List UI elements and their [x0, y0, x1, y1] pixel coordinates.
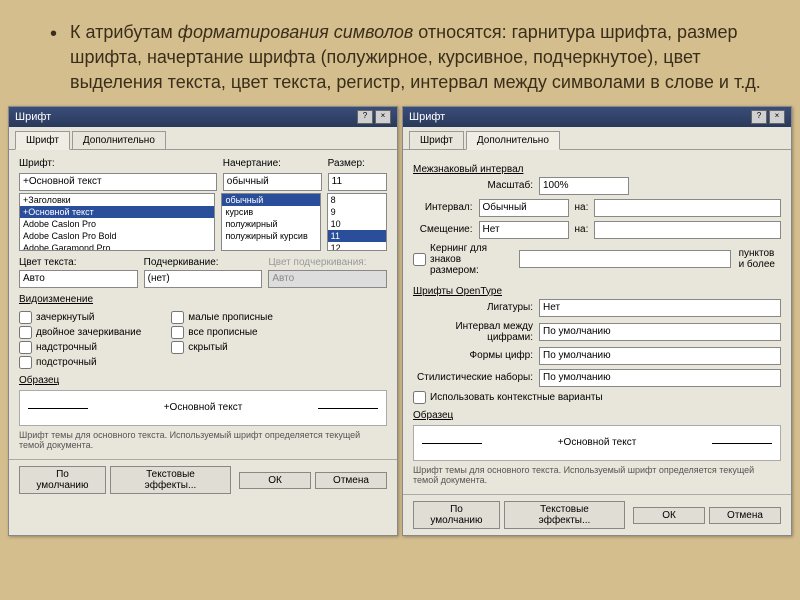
close-icon[interactable]: ×	[375, 110, 391, 124]
color-select[interactable]: Авто	[19, 270, 138, 288]
check-strikethrough[interactable]: зачеркнутый	[19, 311, 141, 324]
list-item[interactable]: +Основной текст	[20, 206, 214, 218]
style-input[interactable]	[223, 173, 322, 191]
size-input[interactable]	[328, 173, 387, 191]
list-item[interactable]: 9	[328, 206, 386, 218]
size-listbox[interactable]: 8 9 10 11 12	[327, 193, 387, 251]
bullet-italic: форматирования символов	[178, 22, 414, 42]
help-icon[interactable]: ?	[751, 110, 767, 124]
kerning-size-input[interactable]	[519, 250, 731, 268]
ok-button[interactable]: ОК	[239, 472, 311, 489]
preview-label: Образец	[19, 375, 387, 386]
numspacing-label: Интервал между цифрами:	[413, 321, 533, 343]
preview-box: +Основной текст	[19, 390, 387, 426]
tab-advanced[interactable]: Дополнительно	[72, 131, 166, 149]
check-smallcaps[interactable]: малые прописные	[171, 311, 273, 324]
dialog-title: Шрифт	[409, 111, 445, 123]
bullet-prefix: К атрибутам	[70, 22, 178, 42]
stylistic-label: Стилистические наборы:	[413, 372, 533, 383]
preview-label: Образец	[413, 410, 781, 421]
cancel-button[interactable]: Отмена	[315, 472, 387, 489]
list-item[interactable]: Adobe Caslon Pro	[20, 218, 214, 230]
numspacing-select[interactable]: По умолчанию	[539, 323, 781, 341]
list-item[interactable]: полужирный	[222, 218, 319, 230]
stylistic-select[interactable]: По умолчанию	[539, 369, 781, 387]
font-listbox[interactable]: +Заголовки +Основной текст Adobe Caslon …	[19, 193, 215, 251]
list-item[interactable]: 11	[328, 230, 386, 242]
font-input[interactable]	[19, 173, 217, 191]
titlebar: Шрифт ? ×	[9, 107, 397, 127]
ulcolor-select: Авто	[268, 270, 387, 288]
list-item[interactable]: 10	[328, 218, 386, 230]
contextual-check[interactable]: Использовать контекстные варианты	[413, 391, 781, 404]
check-superscript[interactable]: надстрочный	[19, 341, 141, 354]
numforms-select[interactable]: По умолчанию	[539, 347, 781, 365]
underline-label: Подчеркивание:	[144, 257, 263, 268]
font-label: Шрифт:	[19, 158, 217, 169]
slide-bullet: К атрибутам форматирования символов отно…	[50, 20, 770, 96]
list-item[interactable]: курсив	[222, 206, 319, 218]
check-double-strike[interactable]: двойное зачеркивание	[19, 326, 141, 339]
tab-font[interactable]: Шрифт	[409, 131, 464, 149]
list-item[interactable]: 12	[328, 242, 386, 251]
spacing-by-label: на:	[575, 202, 589, 213]
titlebar: Шрифт ? ×	[403, 107, 791, 127]
ligatures-label: Лигатуры:	[413, 302, 533, 313]
help-icon[interactable]: ?	[357, 110, 373, 124]
underline-select[interactable]: (нет)	[144, 270, 263, 288]
close-icon[interactable]: ×	[769, 110, 785, 124]
position-select[interactable]: Нет	[479, 221, 569, 239]
list-item[interactable]: +Заголовки	[20, 194, 214, 206]
list-item[interactable]: обычный	[222, 194, 319, 206]
preview-box: +Основной текст	[413, 425, 781, 461]
spacing-label: Интервал:	[413, 202, 473, 213]
tab-font[interactable]: Шрифт	[15, 131, 70, 150]
style-listbox[interactable]: обычный курсив полужирный полужирный кур…	[221, 193, 320, 251]
position-by-input[interactable]	[594, 221, 781, 239]
effects-section: Видоизменение	[19, 294, 387, 305]
list-item[interactable]: Adobe Garamond Pro	[20, 242, 214, 251]
spacing-select[interactable]: Обычный	[479, 199, 569, 217]
position-by-label: на:	[575, 224, 589, 235]
scale-label: Масштаб:	[413, 180, 533, 191]
spacing-by-input[interactable]	[594, 199, 781, 217]
position-label: Смещение:	[413, 224, 473, 235]
spacing-section: Межзнаковый интервал	[413, 164, 781, 175]
size-label: Размер:	[328, 158, 387, 169]
check-hidden[interactable]: скрытый	[171, 341, 273, 354]
list-item[interactable]: полужирный курсив	[222, 230, 319, 242]
hint-text: Шрифт темы для основного текста. Использ…	[19, 430, 387, 452]
effects-button[interactable]: Текстовые эффекты...	[110, 466, 231, 494]
check-allcaps[interactable]: все прописные	[171, 326, 273, 339]
style-label: Начертание:	[223, 158, 322, 169]
ulcolor-label: Цвет подчеркивания:	[268, 257, 387, 268]
numforms-label: Формы цифр:	[413, 350, 533, 361]
list-item[interactable]: Adobe Caslon Pro Bold	[20, 230, 214, 242]
effects-button[interactable]: Текстовые эффекты...	[504, 501, 625, 529]
font-dialog-2: Шрифт ? × Шрифт Дополнительно Межзнаковы…	[402, 106, 792, 537]
dialog-title: Шрифт	[15, 111, 51, 123]
kerning-check[interactable]: Кернинг для знаков размером:пунктов и бо…	[413, 243, 781, 276]
opentype-section: Шрифты OpenType	[413, 286, 781, 297]
check-subscript[interactable]: подстрочный	[19, 356, 141, 369]
default-button[interactable]: По умолчанию	[19, 466, 106, 494]
tab-advanced[interactable]: Дополнительно	[466, 131, 560, 150]
hint-text: Шрифт темы для основного текста. Использ…	[413, 465, 781, 487]
color-label: Цвет текста:	[19, 257, 138, 268]
font-dialog-1: Шрифт ? × Шрифт Дополнительно Шрифт: Нач…	[8, 106, 398, 537]
cancel-button[interactable]: Отмена	[709, 507, 781, 524]
ligatures-select[interactable]: Нет	[539, 299, 781, 317]
ok-button[interactable]: ОК	[633, 507, 705, 524]
list-item[interactable]: 8	[328, 194, 386, 206]
default-button[interactable]: По умолчанию	[413, 501, 500, 529]
scale-select[interactable]: 100%	[539, 177, 629, 195]
